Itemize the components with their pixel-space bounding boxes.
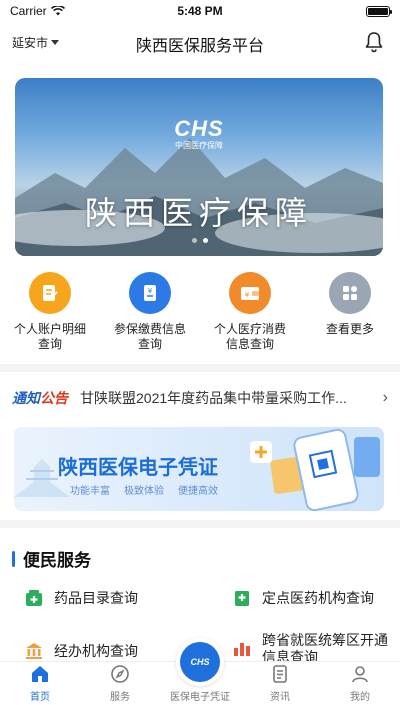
tab-label: 我的 [350,692,370,703]
tab-label: 首页 [30,692,50,703]
chs-logo: CHS [174,116,224,141]
header: 延安市 陕西医保服务平台 [0,22,400,62]
tab-services[interactable]: 服务 [80,662,160,705]
banner-headline: 陕西医疗保障 [84,194,313,232]
carousel-dots [0,238,400,243]
wallet-icon: ¥ [229,272,271,314]
e-voucher-center-button[interactable]: CHS [176,638,224,686]
bell-icon[interactable] [364,31,384,53]
quick-action-account-detail[interactable]: 个人账户明细查询 [0,272,100,358]
tab-news[interactable]: 资讯 [240,662,320,705]
voucher-feature: 便捷高效 [178,486,218,497]
service-agency-query[interactable]: 经办机构查询 [24,641,138,661]
receipt-icon: ¥ [129,272,171,314]
tab-profile[interactable]: 我的 [320,662,400,705]
bar-chart-icon [234,643,250,656]
chs-logo-caption: 中国医疗保障 [175,141,223,150]
voucher-feature: 功能丰富 [70,486,110,497]
tab-label: 医保电子凭证 [170,692,230,703]
user-icon [352,666,368,683]
svg-text:¥: ¥ [148,287,153,295]
quick-action-label: 查看更多 [325,322,374,336]
svg-text:¥: ¥ [245,291,250,299]
carousel-dot-active[interactable] [203,238,208,243]
bank-icon [26,643,42,659]
medicine-box-icon [26,590,42,606]
e-voucher-banner[interactable]: 陕西医保电子凭证 功能丰富 极致体验 便捷高效 [14,427,384,511]
quick-actions: 个人账户明细查询 ¥ 参保缴费信息查询 ¥ 个人医疗消费信息查询 查看更多 [0,272,400,358]
carousel-dot[interactable] [192,238,197,243]
section-marker [12,550,15,567]
service-designated-institutions[interactable]: 定点医药机构查询 [232,588,374,608]
service-label: 经办机构查询 [54,643,138,659]
services-header: 便民服务 [12,546,91,571]
tab-label: 服务 [110,692,130,703]
home-icon [32,666,48,682]
tab-home[interactable]: 首页 [0,662,80,705]
notice-text: 甘陕联盟2021年度药品集中带量采购工作... [80,390,347,406]
voucher-title: 陕西医保电子凭证 [58,457,218,479]
tab-label: 资讯 [270,692,290,703]
hospital-icon [235,591,249,606]
quick-action-consumption-info[interactable]: ¥ 个人医疗消费信息查询 [200,272,300,358]
quick-action-label: 个人医疗消费信息查询 [213,322,286,351]
page-title: 陕西医保服务平台 [135,38,264,55]
banner-carousel[interactable]: CHS 中国医疗保障 陕西医疗保障 [15,78,383,256]
battery-icon [366,5,392,17]
compass-icon [111,665,129,683]
document-icon [29,272,71,314]
service-label: 定点医药机构查询 [262,590,374,606]
services-title: 便民服务 [23,551,91,570]
section-divider [0,520,400,528]
section-divider [0,364,400,372]
notice-bar[interactable]: 通知公告 甘陕联盟2021年度药品集中带量采购工作... › [0,378,400,418]
quick-action-label: 参保缴费信息查询 [113,322,186,351]
quick-action-label: 个人账户明细查询 [13,322,86,351]
news-icon [273,665,287,683]
chevron-right-icon: › [382,389,388,406]
status-bar: Carrier 5:48 PM [0,0,400,22]
service-label: 药品目录查询 [54,590,138,606]
chs-scan-icon: CHS [180,642,220,682]
quick-action-more[interactable]: 查看更多 [300,272,400,358]
voucher-feature: 极致体验 [124,486,164,497]
quick-action-payment-info[interactable]: ¥ 参保缴费信息查询 [100,272,200,358]
status-time: 5:48 PM [177,4,223,18]
notice-tag: 通知公告 [12,390,68,406]
grid-icon [329,272,371,314]
service-drug-catalog[interactable]: 药品目录查询 [24,588,138,608]
voucher-features: 功能丰富 极致体验 便捷高效 [70,482,218,497]
